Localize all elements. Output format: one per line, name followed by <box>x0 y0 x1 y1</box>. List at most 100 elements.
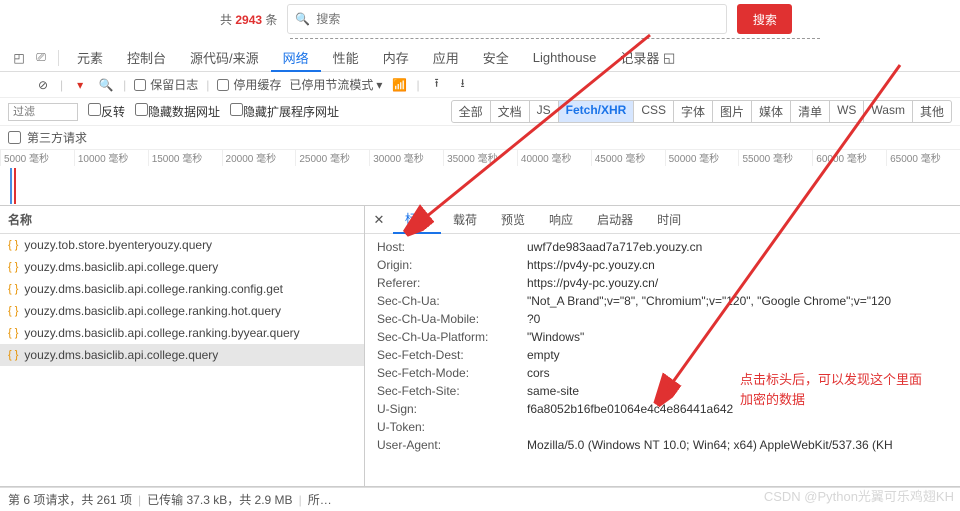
invert-checkbox[interactable]: 反转 <box>88 103 125 120</box>
wifi-icon[interactable]: 📶 <box>390 78 408 92</box>
detail-tab-响应[interactable]: 响应 <box>537 206 585 234</box>
preserve-log-checkbox[interactable]: 保留日志 <box>134 76 198 93</box>
filter-icon[interactable]: ▾ <box>71 78 89 92</box>
type-filter: 全部文档JSFetch/XHRCSS字体图片媒体清单WSWasm其他 <box>451 100 952 123</box>
third-party-checkbox[interactable] <box>8 131 21 144</box>
request-row[interactable]: { }youzy.tob.store.byenteryouzy.query <box>0 234 364 256</box>
result-count: 共 2943 条 <box>220 11 277 28</box>
hide-data-checkbox[interactable]: 隐藏数据网址 <box>135 103 220 120</box>
type-媒体[interactable]: 媒体 <box>752 100 791 123</box>
tab-memory[interactable]: 内存 <box>371 44 421 72</box>
header-row: Sec-Ch-Ua:"Not_A Brand";v="8", "Chromium… <box>365 292 960 310</box>
status-requests: 第 6 项请求，共 261 项 <box>8 491 132 508</box>
third-party-label: 第三方请求 <box>27 129 87 146</box>
header-key: Referer: <box>377 276 527 290</box>
clear-icon[interactable]: ⊘ <box>34 78 52 92</box>
tab-sources[interactable]: 源代码/来源 <box>178 44 271 72</box>
header-row: User-Agent:Mozilla/5.0 (Windows NT 10.0;… <box>365 436 960 454</box>
search-button[interactable]: 搜索 <box>737 4 792 34</box>
timeline-mark <box>14 168 16 204</box>
close-icon[interactable]: ✕ <box>365 212 393 228</box>
request-row[interactable]: { }youzy.dms.basiclib.api.college.rankin… <box>0 322 364 344</box>
type-JS[interactable]: JS <box>530 100 559 123</box>
network-toolbar: ⊘ | ▾ 🔍 | 保留日志 | 停用缓存 已停用节流模式 ▾ 📶 | ⭱ ⭳ <box>0 72 960 98</box>
xhr-icon: { } <box>8 327 18 339</box>
third-party-row: 第三方请求 <box>0 126 960 150</box>
header-key: Host: <box>377 240 527 254</box>
type-其他[interactable]: 其他 <box>913 100 952 123</box>
header-key: U-Token: <box>377 420 527 434</box>
header-key: Sec-Fetch-Dest: <box>377 348 527 362</box>
select-element-icon[interactable]: ◰ <box>8 47 30 69</box>
watermark: CSDN @Python光翼可乐鸡翅KH <box>764 486 954 505</box>
xhr-icon: { } <box>8 239 18 251</box>
detail-tab-启动器[interactable]: 启动器 <box>585 206 645 234</box>
header-value: "Not_A Brand";v="8", "Chromium";v="120",… <box>527 294 948 308</box>
type-清单[interactable]: 清单 <box>791 100 830 123</box>
tab-application[interactable]: 应用 <box>421 44 471 72</box>
throttle-dropdown[interactable]: 已停用节流模式 ▾ <box>289 76 382 93</box>
header-key: U-Sign: <box>377 402 527 416</box>
type-文档[interactable]: 文档 <box>491 100 530 123</box>
timeline-mark <box>10 168 12 204</box>
search-icon-small[interactable]: 🔍 <box>97 78 115 92</box>
tab-console[interactable]: 控制台 <box>115 44 178 72</box>
tab-network[interactable]: 网络 <box>271 44 321 72</box>
header-key: User-Agent: <box>377 438 527 452</box>
detail-tabs: ✕ 标头载荷预览响应启动器时间 <box>365 206 960 234</box>
type-图片[interactable]: 图片 <box>713 100 752 123</box>
type-字体[interactable]: 字体 <box>674 100 713 123</box>
tab-performance[interactable]: 性能 <box>321 44 371 72</box>
network-timeline[interactable]: 5000 毫秒10000 毫秒15000 毫秒20000 毫秒25000 毫秒3… <box>0 150 960 206</box>
detail-tab-标头[interactable]: 标头 <box>393 206 441 234</box>
header-value: uwf7de983aad7a717eb.youzy.cn <box>527 240 948 254</box>
request-row[interactable]: { }youzy.dms.basiclib.api.college.rankin… <box>0 278 364 300</box>
detail-tab-时间[interactable]: 时间 <box>645 206 693 234</box>
header-row: Origin:https://pv4y-pc.youzy.cn <box>365 256 960 274</box>
header-value: https://pv4y-pc.youzy.cn/ <box>527 276 948 290</box>
header-value: Mozilla/5.0 (Windows NT 10.0; Win64; x64… <box>527 438 948 452</box>
request-row[interactable]: { }youzy.dms.basiclib.api.college.rankin… <box>0 300 364 322</box>
tab-elements[interactable]: 元素 <box>65 44 115 72</box>
request-row[interactable]: { }youzy.dms.basiclib.api.college.query <box>0 344 364 366</box>
header-row: U-Token: <box>365 418 960 436</box>
xhr-icon: { } <box>8 349 18 361</box>
xhr-icon: { } <box>8 305 18 317</box>
filter-input[interactable] <box>8 103 78 121</box>
header-key: Sec-Ch-Ua-Platform: <box>377 330 527 344</box>
hide-ext-checkbox[interactable]: 隐藏扩展程序网址 <box>230 103 339 120</box>
device-toggle-icon[interactable]: ⎚ <box>30 47 52 69</box>
status-transferred: 已传输 37.3 kB，共 2.9 MB <box>147 491 292 508</box>
type-全部[interactable]: 全部 <box>451 100 491 123</box>
type-CSS[interactable]: CSS <box>634 100 674 123</box>
page-top-bar: 共 2943 条 🔍 搜索 <box>0 0 960 38</box>
header-row: Sec-Ch-Ua-Mobile:?0 <box>365 310 960 328</box>
type-WS[interactable]: WS <box>830 100 864 123</box>
header-value: empty <box>527 348 948 362</box>
header-value: ?0 <box>527 312 948 326</box>
upload-icon[interactable]: ⭱ <box>428 74 446 95</box>
detail-tab-预览[interactable]: 预览 <box>489 206 537 234</box>
type-Fetch/XHR[interactable]: Fetch/XHR <box>559 100 635 123</box>
disable-cache-checkbox[interactable]: 停用缓存 <box>217 76 281 93</box>
xhr-icon: { } <box>8 283 18 295</box>
download-icon[interactable]: ⭳ <box>454 74 472 95</box>
header-value <box>527 420 948 434</box>
request-row[interactable]: { }youzy.dms.basiclib.api.college.query <box>0 256 364 278</box>
network-split: 名称 { }youzy.tob.store.byenteryouzy.query… <box>0 206 960 487</box>
headers-panel: Host:uwf7de983aad7a717eb.youzy.cnOrigin:… <box>365 234 960 486</box>
request-list: 名称 { }youzy.tob.store.byenteryouzy.query… <box>0 206 365 486</box>
search-input[interactable] <box>287 4 727 34</box>
tab-lighthouse[interactable]: Lighthouse <box>521 44 609 72</box>
request-list-header: 名称 <box>0 206 364 234</box>
header-row: Sec-Fetch-Dest:empty <box>365 346 960 364</box>
header-row: Sec-Ch-Ua-Platform:"Windows" <box>365 328 960 346</box>
header-row: Host:uwf7de983aad7a717eb.youzy.cn <box>365 238 960 256</box>
request-detail: ✕ 标头载荷预览响应启动器时间 Host:uwf7de983aad7a717eb… <box>365 206 960 486</box>
detail-tab-载荷[interactable]: 载荷 <box>441 206 489 234</box>
header-key: Sec-Fetch-Mode: <box>377 366 527 380</box>
dotted-line <box>290 38 820 39</box>
type-Wasm[interactable]: Wasm <box>864 100 913 123</box>
tab-security[interactable]: 安全 <box>471 44 521 72</box>
tab-recorder[interactable]: 记录器 ◱ <box>608 44 687 72</box>
